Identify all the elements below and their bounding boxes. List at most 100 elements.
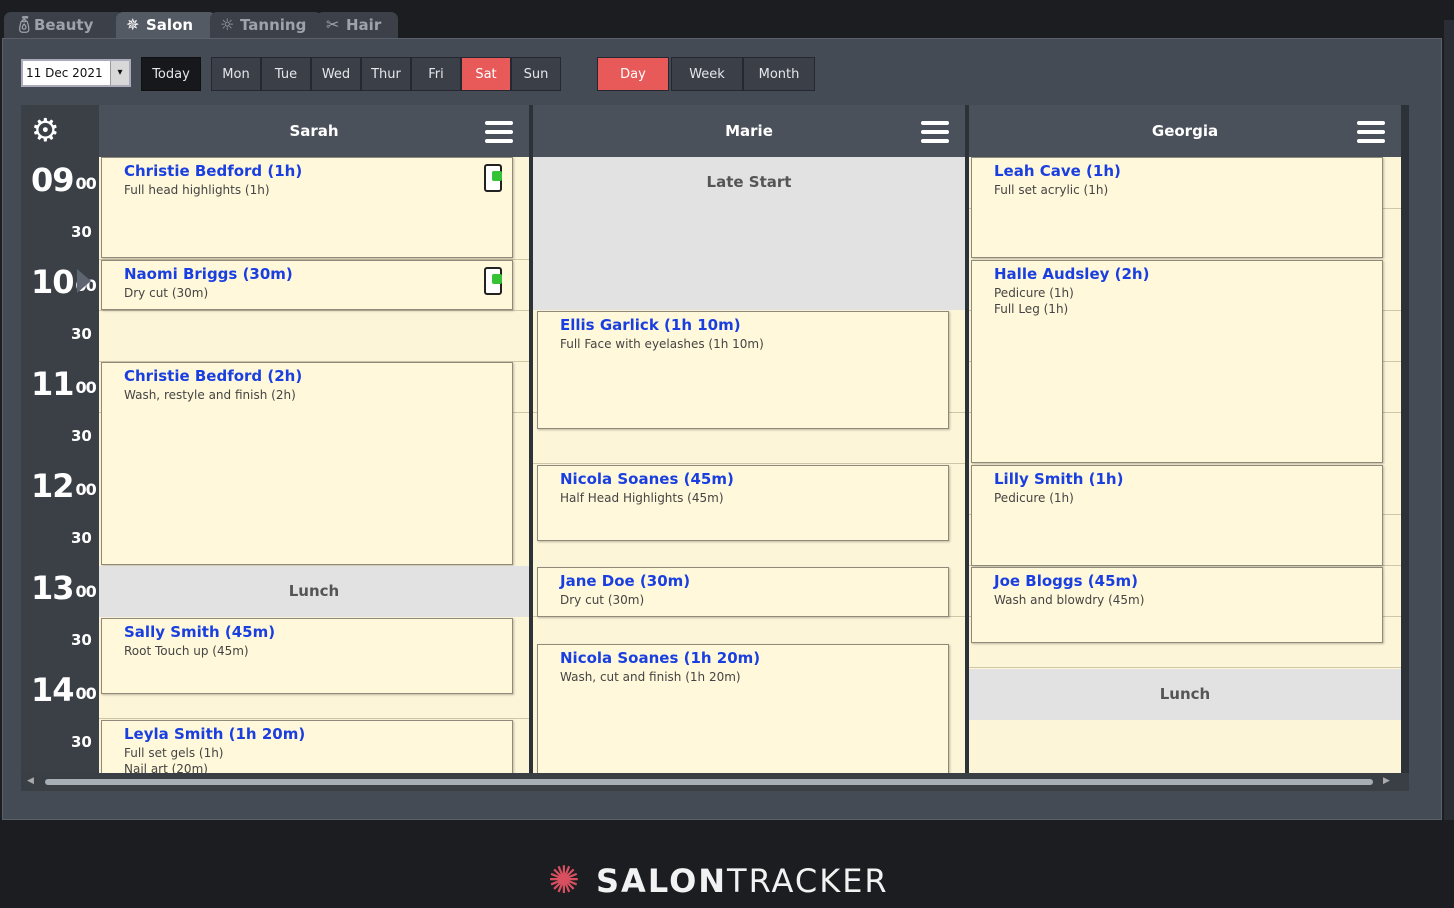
- service-line: Full head highlights (1h): [124, 183, 270, 197]
- client-name: Leyla Smith (1h 20m): [124, 725, 306, 743]
- appointment-card[interactable]: Lilly Smith (1h) Pedicure (1h): [971, 465, 1383, 566]
- appointment-card[interactable]: Naomi Briggs (30m) Dry cut (30m): [101, 260, 513, 310]
- appointment-card[interactable]: Christie Bedford (1h) Full head highligh…: [101, 157, 513, 258]
- time-column: ⚙ 09 00 30 10 00 30 11 00 30 12 00 30 13 00 3…: [21, 105, 99, 773]
- tab-label: Hair: [346, 16, 382, 34]
- appointment-card[interactable]: Halle Audsley (2h) Pedicure (1h) Full Le…: [971, 260, 1383, 463]
- appointment-card[interactable]: Sally Smith (45m) Root Touch up (45m): [101, 618, 513, 694]
- sun-icon: ☼: [220, 15, 235, 34]
- staff-header: Marie: [533, 105, 965, 157]
- day-button-wed[interactable]: Wed: [311, 57, 361, 91]
- staff-name: Sarah: [289, 122, 339, 140]
- service-line: Full Leg (1h): [994, 302, 1069, 316]
- half-hour-label: 30: [71, 325, 92, 343]
- tab-beauty[interactable]: 🧴︎ Beauty: [4, 12, 124, 38]
- day-grid: ⚙ 09 00 30 10 00 30 11 00 30 12 00 30 13 00 3…: [21, 105, 1409, 773]
- client-name: Ellis Garlick (1h 10m): [560, 316, 741, 334]
- service-line: Full set gels (1h): [124, 746, 224, 760]
- staff-name: Marie: [725, 122, 773, 140]
- tab-label: Salon: [146, 16, 194, 34]
- menu-icon[interactable]: [921, 121, 949, 143]
- grid-line: [99, 718, 529, 719]
- lunch-block[interactable]: Lunch: [969, 669, 1401, 720]
- service-line: Nail art (20m): [124, 762, 208, 773]
- client-name: Jane Doe (30m): [560, 572, 691, 590]
- staff-column-georgia: Georgia Leah Cave (1h) Full set acrylic …: [969, 105, 1401, 773]
- horizontal-scrollbar[interactable]: ◀ ▶: [21, 773, 1409, 791]
- staff-column-sarah: Sarah Christie Bedford (1h) Full head hi…: [99, 105, 529, 773]
- hour-label: 12 00: [31, 467, 97, 505]
- staff-column-marie: Marie Late Start Ellis Garlick (1h 10m) …: [533, 105, 965, 773]
- appointment-card[interactable]: Ellis Garlick (1h 10m) Full Face with ey…: [537, 311, 949, 429]
- service-line: Root Touch up (45m): [124, 644, 249, 658]
- appointment-card[interactable]: Leyla Smith (1h 20m) Full set gels (1h) …: [101, 720, 513, 773]
- today-button[interactable]: Today: [141, 57, 201, 91]
- lunch-block[interactable]: Lunch: [99, 566, 529, 617]
- half-hour-label: 30: [71, 529, 92, 547]
- service-line: Pedicure (1h): [994, 491, 1074, 505]
- view-month-button[interactable]: Month: [743, 57, 815, 91]
- gear-icon[interactable]: ⚙: [31, 113, 60, 147]
- appointment-card[interactable]: Leah Cave (1h) Full set acrylic (1h): [971, 157, 1383, 258]
- day-button-tue[interactable]: Tue: [261, 57, 311, 91]
- day-button-thur[interactable]: Thur: [361, 57, 411, 91]
- client-name: Naomi Briggs (30m): [124, 265, 293, 283]
- scroll-right-icon[interactable]: ▶: [1383, 776, 1390, 786]
- current-time-marker: [77, 269, 91, 293]
- day-button-fri[interactable]: Fri: [411, 57, 461, 91]
- service-line: Full set acrylic (1h): [994, 183, 1109, 197]
- client-name: Leah Cave (1h): [994, 162, 1121, 180]
- client-name: Nicola Soanes (1h 20m): [560, 649, 761, 667]
- right-edge: [1444, 20, 1454, 820]
- service-line: Dry cut (30m): [560, 593, 645, 607]
- staff-name: Georgia: [1151, 122, 1219, 140]
- appointment-card[interactable]: Nicola Soanes (45m) Half Head Highlights…: [537, 465, 949, 541]
- tab-salon[interactable]: ✵ Salon: [116, 12, 216, 38]
- late-start-block[interactable]: Late Start: [533, 157, 965, 310]
- half-hour-label: 30: [71, 631, 92, 649]
- client-name: Halle Audsley (2h): [994, 265, 1150, 283]
- tab-hair[interactable]: ✂ Hair: [316, 12, 398, 38]
- appointment-card[interactable]: Jane Doe (30m) Dry cut (30m): [537, 567, 949, 617]
- appointment-card[interactable]: Christie Bedford (2h) Wash, restyle and …: [101, 362, 513, 565]
- grid-line: [533, 463, 965, 464]
- tab-label: Beauty: [34, 16, 94, 34]
- day-button-sat[interactable]: Sat: [461, 57, 511, 91]
- appointment-card[interactable]: Joe Bloggs (45m) Wash and blowdry (45m): [971, 567, 1383, 643]
- grid-line: [969, 667, 1401, 668]
- calendar-frame: 11 Dec 2021 ▾ Today Mon Tue Wed Thur Fri…: [2, 38, 1442, 820]
- staff-header: Sarah: [99, 105, 529, 157]
- hour-label: 14 00: [31, 671, 97, 709]
- client-name: Sally Smith (45m): [124, 623, 276, 641]
- service-line: Wash, restyle and finish (2h): [124, 388, 296, 402]
- client-name: Lilly Smith (1h): [994, 470, 1124, 488]
- staff-header: Georgia: [969, 105, 1401, 157]
- mobile-booked-icon: [484, 267, 502, 295]
- scroll-left-icon[interactable]: ◀: [27, 776, 34, 786]
- service-line: Full Face with eyelashes (1h 10m): [560, 337, 764, 351]
- date-picker[interactable]: 11 Dec 2021 ▾: [21, 59, 131, 87]
- chevron-down-icon[interactable]: ▾: [110, 61, 129, 85]
- menu-icon[interactable]: [1357, 121, 1385, 143]
- service-line: Dry cut (30m): [124, 286, 209, 300]
- menu-icon[interactable]: [485, 121, 513, 143]
- client-name: Nicola Soanes (45m): [560, 470, 734, 488]
- tab-label: Tanning: [240, 16, 307, 34]
- horizontal-scroll-thumb[interactable]: [45, 779, 1373, 785]
- scissors-icon: ✂: [326, 15, 340, 34]
- service-line: Half Head Highlights (45m): [560, 491, 724, 505]
- hour-label: 13 00: [31, 569, 97, 607]
- half-hour-label: 30: [71, 223, 92, 241]
- hour-label: 11 00: [31, 365, 97, 403]
- hour-label: 09 00: [31, 161, 97, 199]
- view-week-button[interactable]: Week: [671, 57, 743, 91]
- client-name: Christie Bedford (1h): [124, 162, 303, 180]
- day-button-mon[interactable]: Mon: [211, 57, 261, 91]
- tab-tanning[interactable]: ☼ Tanning: [210, 12, 322, 38]
- service-line: Wash, cut and finish (1h 20m): [560, 670, 741, 684]
- day-button-sun[interactable]: Sun: [511, 57, 561, 91]
- view-day-button[interactable]: Day: [597, 57, 669, 91]
- grid-line: [99, 310, 529, 311]
- appointment-card[interactable]: Nicola Soanes (1h 20m) Wash, cut and fin…: [537, 644, 949, 773]
- date-value: 11 Dec 2021: [26, 66, 103, 80]
